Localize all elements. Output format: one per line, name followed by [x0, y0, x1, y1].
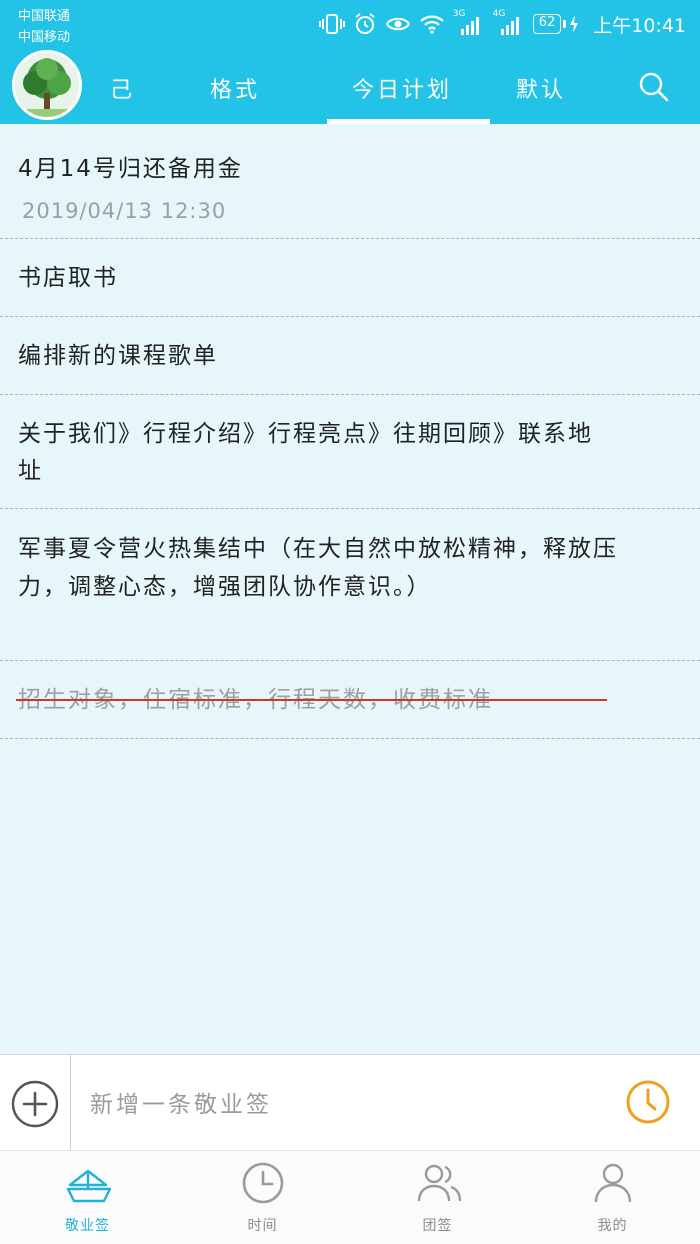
eye-icon: [385, 17, 410, 31]
charging-icon: [570, 15, 579, 33]
tab-today-plan[interactable]: 今日计划: [352, 72, 452, 104]
nav-label: 团签: [422, 1218, 453, 1234]
app-header: 中国联通 中国移动 3G 4G 62 上午10:41 己 格式 今日计划 默认: [0, 0, 700, 124]
nav-notes[interactable]: 敬业签: [0, 1151, 175, 1244]
note-text: 编排新的课程歌单: [18, 343, 218, 369]
note-item[interactable]: 编排新的课程歌单: [0, 317, 700, 395]
tab-partial[interactable]: 己: [110, 72, 135, 104]
note-text: 军事夏令营火热集结中（在大自然中放松精神，释放压力，调整心态，增强团队协作意识。…: [18, 536, 618, 600]
signal-icon: [460, 17, 479, 35]
nav-label: 我的: [597, 1218, 628, 1234]
nav-label: 敬业签: [65, 1218, 110, 1234]
note-item[interactable]: 书店取书: [0, 239, 700, 317]
tree-avatar-image: [15, 53, 79, 117]
nav-team[interactable]: 团签: [350, 1151, 525, 1244]
note-item[interactable]: 军事夏令营火热集结中（在大自然中放松精神，释放压力，调整心态，增强团队协作意识。…: [0, 509, 700, 661]
signal-4g: 4G: [493, 9, 525, 37]
alarm-clock-icon: [626, 1080, 670, 1124]
note-reminder-date: 2019/04/13 12:30: [22, 199, 227, 223]
note-text: 关于我们》行程介绍》行程亮点》往期回顾》联系地址: [18, 421, 593, 484]
clock-icon: [242, 1162, 284, 1204]
reminder-button[interactable]: [624, 1078, 672, 1126]
team-icon: [417, 1164, 462, 1202]
search-icon: [639, 72, 669, 102]
vibrate-icon: [318, 14, 345, 34]
note-item[interactable]: 关于我们》行程介绍》行程亮点》往期回顾》联系地址: [0, 395, 700, 509]
plus-circle-icon: [11, 1080, 59, 1128]
note-item[interactable]: 4月14号归还备用金 2019/04/13 12:30: [0, 124, 700, 239]
alarm-status-icon: [355, 13, 375, 34]
bottom-navigation: 敬业签 时间 团签 我的: [0, 1150, 700, 1244]
add-button[interactable]: [11, 1080, 59, 1128]
battery-indicator: 62: [532, 14, 566, 34]
new-note-input[interactable]: [90, 1085, 590, 1125]
signal-3g: 3G: [453, 9, 485, 37]
avatar[interactable]: [12, 50, 82, 120]
status-time: 上午10:41: [593, 14, 686, 37]
boat-icon: [66, 1169, 112, 1203]
search-button[interactable]: [637, 70, 671, 104]
new-note-bar: [0, 1054, 700, 1151]
signal-icon: [500, 17, 519, 35]
nav-label: 时间: [247, 1218, 278, 1234]
input-divider: [70, 1055, 71, 1151]
tab-format[interactable]: 格式: [210, 72, 260, 104]
carrier-1: 中国联通: [18, 9, 71, 24]
tab-default[interactable]: 默认: [516, 72, 566, 104]
wifi-icon: [419, 15, 444, 34]
note-list: 4月14号归还备用金 2019/04/13 12:30 书店取书 编排新的课程歌…: [0, 124, 700, 739]
nav-time[interactable]: 时间: [175, 1151, 350, 1244]
note-text: 4月14号归还备用金: [18, 156, 243, 182]
note-text: 书店取书: [18, 265, 118, 291]
carrier-info: 中国联通 中国移动: [18, 6, 70, 48]
carrier-2: 中国移动: [18, 30, 71, 45]
note-item-completed[interactable]: 招生对象，住宿标准，行程天数，收费标准: [0, 661, 700, 739]
strikethrough-line: [16, 699, 607, 701]
nav-mine[interactable]: 我的: [525, 1151, 700, 1244]
person-icon: [594, 1163, 632, 1203]
status-icons: 3G 4G 62 上午10:41: [318, 9, 686, 39]
